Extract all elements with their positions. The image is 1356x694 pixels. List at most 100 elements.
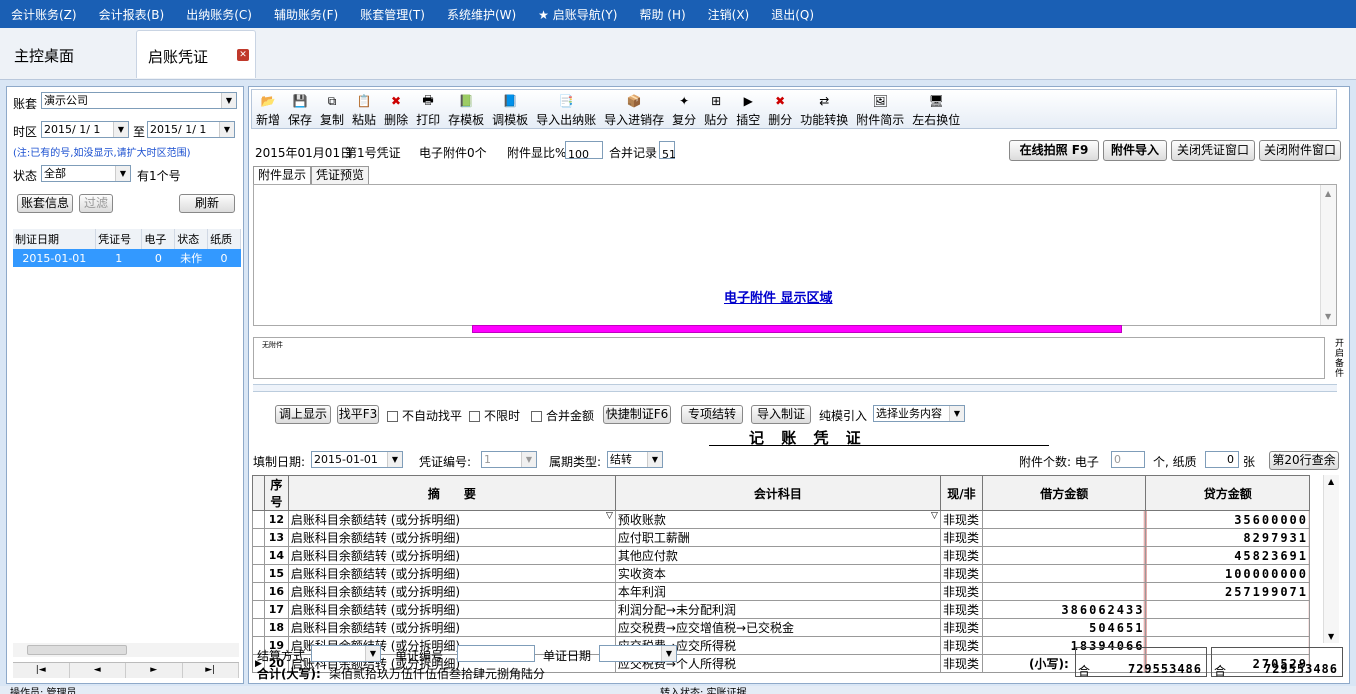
tab-home[interactable]: 主控桌面: [14, 45, 74, 66]
side-panel-label[interactable]: 开启备件: [1335, 339, 1345, 379]
toolbar-button-9[interactable]: 📑 导入出纳账: [536, 93, 596, 128]
cash-type-cell[interactable]: 非现类: [939, 528, 983, 547]
attachment-display-link[interactable]: 电子附件 显示区域: [724, 287, 833, 306]
ratio-stepper[interactable]: 100: [565, 141, 603, 161]
column-header[interactable]: 凭证号: [95, 229, 143, 249]
toolbar-button-11[interactable]: ✦ 复分: [672, 93, 696, 128]
debit-cell[interactable]: 386062433: [981, 600, 1147, 619]
cash-type-cell[interactable]: 非现类: [939, 582, 983, 601]
menu-item[interactable]: 退出(Q): [760, 6, 825, 23]
prev-record-icon[interactable]: ◄: [70, 663, 126, 678]
column-header[interactable]: 制证日期: [13, 229, 97, 249]
quick-voucher-button[interactable]: 快捷制证F6: [603, 405, 671, 424]
credit-cell[interactable]: 35600000: [1145, 510, 1310, 529]
bill-number-input[interactable]: [457, 645, 535, 662]
summary-cell[interactable]: 启账科目余额结转 (或分拆明细): [287, 600, 616, 619]
no-limit-checkbox[interactable]: 不限时: [469, 407, 520, 424]
row-marker[interactable]: [252, 582, 265, 601]
first-record-icon[interactable]: |◄: [13, 663, 70, 678]
show-up-button[interactable]: 调上显示: [275, 405, 331, 424]
no-auto-balance-checkbox[interactable]: 不自动找平: [387, 407, 462, 424]
menu-item[interactable]: 会计账务(Z): [0, 6, 88, 23]
cash-type-cell[interactable]: 非现类: [939, 510, 983, 529]
column-header[interactable]: 纸质: [207, 229, 241, 249]
pane-divider[interactable]: [253, 384, 1337, 392]
row-marker[interactable]: [252, 510, 265, 529]
toolbar-button-4[interactable]: 📋 粘贴: [352, 93, 376, 128]
toolbar-button-2[interactable]: 💾 保存: [288, 93, 312, 128]
bill-date-input[interactable]: ▼: [599, 645, 677, 662]
menu-item[interactable]: 账套管理(T): [349, 6, 436, 23]
close-attachment-window-button[interactable]: 关闭附件窗口: [1259, 140, 1341, 161]
summary-cell[interactable]: 启账科目余额结转 (或分拆明细): [287, 528, 616, 547]
toolbar-button-5[interactable]: ✖ 删除: [384, 93, 408, 128]
credit-cell[interactable]: 8297931: [1145, 528, 1310, 547]
cash-type-cell[interactable]: 非现类: [939, 618, 983, 637]
column-header[interactable]: 现/非: [939, 475, 983, 511]
status-select[interactable]: 全部 ▼: [41, 165, 131, 182]
grid-scrollbar[interactable]: ▲ ▼: [1323, 475, 1339, 643]
menu-item[interactable]: 帮助 (H): [628, 6, 696, 23]
credit-cell[interactable]: 100000000: [1145, 564, 1310, 583]
special-transfer-button[interactable]: 专项结转: [681, 405, 743, 424]
column-header[interactable]: 贷方金额: [1145, 475, 1310, 511]
menu-item[interactable]: 系统维护(W): [436, 6, 527, 23]
debit-cell[interactable]: [981, 528, 1147, 547]
menu-item[interactable]: ★ 启账导航(Y): [527, 6, 628, 23]
account-cell[interactable]: 本年利润: [614, 582, 941, 601]
table-row[interactable]: 2015-01-01 1 0 未作 0: [13, 249, 241, 267]
toolbar-button-15[interactable]: ⇄ 功能转换: [800, 93, 848, 128]
toolbar-button-6[interactable]: 🖶 打印: [416, 93, 440, 128]
table-row[interactable]: 13 启账科目余额结转 (或分拆明细) 应付职工薪酬 非现类 8297931: [252, 528, 1310, 547]
row-marker[interactable]: [252, 618, 265, 637]
toolbar-button-17[interactable]: 🖥 左右换位: [912, 93, 960, 128]
filter-button[interactable]: 过滤: [79, 194, 113, 213]
close-voucher-window-button[interactable]: 关闭凭证窗口: [1171, 140, 1255, 161]
column-header[interactable]: 会计科目: [614, 475, 941, 511]
cash-type-cell[interactable]: 非现类: [939, 564, 983, 583]
menu-item[interactable]: 注销(X): [697, 6, 761, 23]
tab-voucher-preview[interactable]: 凭证预览: [311, 166, 370, 184]
account-cell[interactable]: 利润分配→未分配利润: [614, 600, 941, 619]
column-header[interactable]: 借方金额: [981, 475, 1147, 511]
toolbar-button-7[interactable]: 📗 存模板: [448, 93, 484, 128]
table-row[interactable]: 15 启账科目余额结转 (或分拆明细) 实收资本 非现类 100000000: [252, 564, 1310, 583]
vertical-scrollbar[interactable]: ▲ ▼: [1320, 185, 1336, 325]
toolbar-button-16[interactable]: 🖼 附件简示: [856, 93, 904, 128]
refresh-button[interactable]: 刷新: [179, 194, 235, 213]
toolbar-button-12[interactable]: ⊞ 贴分: [704, 93, 728, 128]
menu-item[interactable]: 辅助账务(F): [263, 6, 349, 23]
debit-cell[interactable]: [981, 564, 1147, 583]
account-cell[interactable]: 应付职工薪酬: [614, 528, 941, 547]
table-row[interactable]: 18 启账科目余额结转 (或分拆明细) 应交税费→应交增值税→已交税金 非现类 5046…: [252, 618, 1310, 637]
column-header[interactable]: 电子: [141, 229, 176, 249]
tab-attachment-display[interactable]: 附件显示: [253, 166, 312, 184]
table-row[interactable]: 17 启账科目余额结转 (或分拆明细) 利润分配→未分配利润 非现类 386062433: [252, 600, 1310, 619]
electronic-count-input[interactable]: 0: [1111, 451, 1145, 468]
voucher-number-input[interactable]: 1 ▼: [481, 451, 537, 468]
row-marker[interactable]: [252, 564, 265, 583]
settle-method-select[interactable]: ▼: [311, 645, 381, 662]
debit-cell[interactable]: [981, 546, 1147, 565]
toolbar-button-1[interactable]: 📂 新增: [256, 93, 280, 128]
debit-cell[interactable]: 504651: [981, 618, 1147, 637]
check-balance-button[interactable]: 第20行查余: [1269, 451, 1339, 470]
business-content-select[interactable]: 选择业务内容 ▼: [873, 405, 965, 422]
debit-cell[interactable]: [981, 510, 1147, 529]
toolbar-button-13[interactable]: ▶ 插空: [736, 93, 760, 128]
table-row[interactable]: 14 启账科目余额结转 (或分拆明细) 其他应付款 非现类 45823691: [252, 546, 1310, 565]
column-header[interactable]: 状态: [174, 229, 209, 249]
summary-cell[interactable]: 启账科目余额结转 (或分拆明细): [287, 582, 616, 601]
merge-amount-checkbox[interactable]: 合并金额: [531, 407, 594, 424]
account-set-select[interactable]: 演示公司 ▼: [41, 92, 237, 109]
last-record-icon[interactable]: ►|: [183, 663, 239, 678]
account-cell[interactable]: 应交税费→应交增值税→已交税金: [614, 618, 941, 637]
next-record-icon[interactable]: ►: [126, 663, 183, 678]
tab-active[interactable]: 启账凭证 ✕: [136, 30, 256, 78]
table-row[interactable]: 16 启账科目余额结转 (或分拆明细) 本年利润 非现类 257199071: [252, 582, 1310, 601]
menu-item[interactable]: 出纳账务(C): [175, 6, 263, 23]
cash-type-cell[interactable]: 非现类: [939, 546, 983, 565]
merge-field[interactable]: 51: [659, 141, 676, 161]
menu-item[interactable]: 会计报表(B): [88, 6, 176, 23]
account-info-button[interactable]: 账套信息: [17, 194, 73, 213]
